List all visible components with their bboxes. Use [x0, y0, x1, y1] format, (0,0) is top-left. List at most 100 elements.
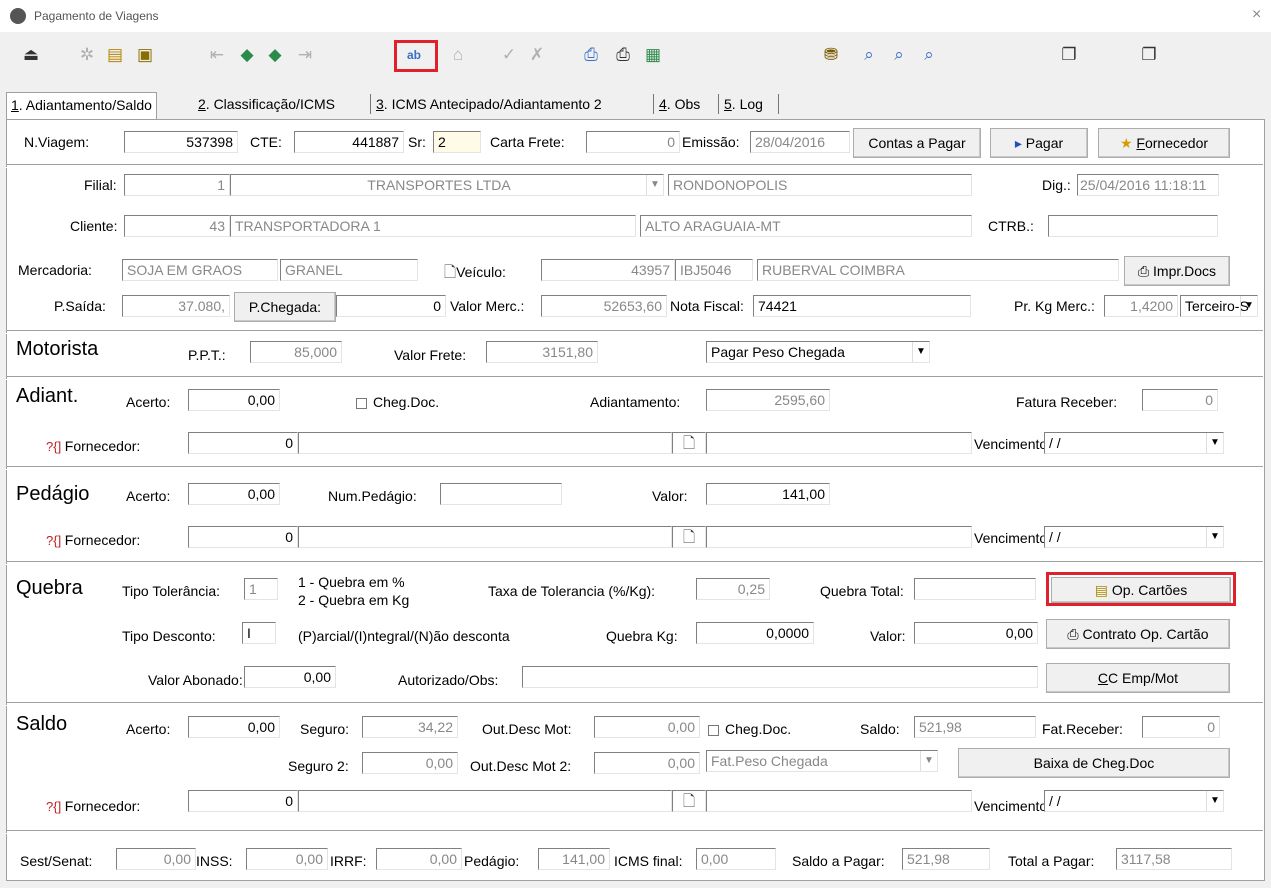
- total-pagar-field[interactable]: 3117,58: [1116, 848, 1232, 870]
- carta-field[interactable]: 0: [586, 131, 680, 153]
- veiculo-code-field[interactable]: 43957: [541, 259, 675, 281]
- confirm-icon[interactable]: ✓: [498, 44, 520, 66]
- saldo-fornecedor-name[interactable]: [298, 790, 672, 812]
- prkg-field[interactable]: 1,4200: [1104, 295, 1178, 317]
- saldo-fornecedor-extra[interactable]: [706, 790, 972, 812]
- filial-name-select[interactable]: TRANSPORTES LTDA ▼: [230, 174, 664, 196]
- help-icon[interactable]: ?{]: [46, 533, 65, 548]
- search-prev-icon[interactable]: ⌕: [918, 44, 940, 66]
- inss-field[interactable]: 0,00: [246, 848, 328, 870]
- filial-city-field[interactable]: RONDONOPOLIS: [668, 174, 972, 196]
- filial-code-field[interactable]: 1: [124, 174, 230, 196]
- fat-peso-select[interactable]: Fat.Peso Chegada ▼: [706, 750, 938, 772]
- saldo-vencimento-field[interactable]: / / ▼: [1044, 790, 1224, 812]
- nviagem-field[interactable]: 537398: [124, 131, 238, 153]
- filter-icon[interactable]: ⛃: [820, 44, 842, 66]
- outdesc2-field[interactable]: 0,00: [594, 752, 700, 774]
- cliente-name-field[interactable]: TRANSPORTADORA 1: [230, 215, 636, 237]
- autorizado-obs-field[interactable]: [522, 666, 1038, 688]
- pchegada-button[interactable]: P.Chegada:: [234, 292, 336, 322]
- num-pedagio-field[interactable]: [440, 483, 562, 505]
- prev-icon[interactable]: ◆: [236, 44, 258, 66]
- delete-icon[interactable]: ⌂: [447, 44, 469, 66]
- pedagio-vencimento-field[interactable]: / / ▼: [1044, 526, 1224, 548]
- taxa-tolerancia-field[interactable]: 0,25: [696, 578, 770, 600]
- contrato-op-cartao-button[interactable]: ⎙ Contrato Op. Cartão: [1046, 619, 1230, 649]
- pchegada-field[interactable]: 0: [336, 295, 446, 317]
- document-icon[interactable]: 🗋: [683, 529, 695, 546]
- saldo-fornecedor-code[interactable]: 0: [188, 790, 298, 812]
- pedagio-fornecedor-code[interactable]: 0: [188, 526, 298, 548]
- modo-pagamento-select[interactable]: Pagar Peso Chegada ▼: [706, 341, 930, 363]
- nota-field[interactable]: 74421: [753, 295, 971, 317]
- mercadoria-field[interactable]: SOJA EM GRAOS: [122, 259, 278, 281]
- adiant-fornecedor-lookup[interactable]: 🗋: [672, 432, 706, 454]
- cliente-code-field[interactable]: 43: [124, 215, 230, 237]
- saldo-cheg-doc-checkbox[interactable]: Cheg.Doc.: [708, 721, 791, 737]
- icms-final-field[interactable]: 0,00: [696, 848, 776, 870]
- mercadoria-tipo-field[interactable]: GRANEL: [280, 259, 418, 281]
- open-icon[interactable]: ▤: [104, 44, 126, 66]
- quebra-total-field[interactable]: [914, 578, 1036, 600]
- print-icon[interactable]: ⎙: [612, 44, 634, 66]
- tipo-tolerancia-field[interactable]: 1: [244, 578, 278, 600]
- document-icon[interactable]: 🗋: [683, 435, 695, 452]
- tab-classificacao-icms[interactable]: 2. Classificação/ICMS: [194, 92, 339, 116]
- checkbox-icon[interactable]: [356, 397, 367, 409]
- pedagio-fornecedor-name[interactable]: [298, 526, 672, 548]
- adiantamento-field[interactable]: 2595,60: [706, 389, 830, 411]
- pedagio-valor-field[interactable]: 141,00: [706, 483, 830, 505]
- dig-field[interactable]: 25/04/2016 11:18:11: [1077, 174, 1219, 196]
- fatura-field[interactable]: 0: [1142, 389, 1218, 411]
- outdesc-field[interactable]: 0,00: [594, 716, 700, 738]
- adiant-acerto-field[interactable]: 0,00: [188, 389, 280, 411]
- pagar-button[interactable]: ▸ Pagar: [990, 128, 1088, 158]
- irrf-field[interactable]: 0,00: [376, 848, 462, 870]
- quebra-kg-field[interactable]: 0,0000: [696, 622, 814, 644]
- sest-senat-field[interactable]: 0,00: [116, 848, 196, 870]
- cc-emp-mot-button[interactable]: CC Emp/Mot: [1046, 663, 1230, 693]
- chevron-down-icon[interactable]: ▼: [1206, 791, 1223, 811]
- emissao-field[interactable]: 28/04/2016: [750, 131, 850, 153]
- tab-icms-antecipado[interactable]: 3. ICMS Antecipado/Adiantamento 2: [372, 92, 606, 116]
- document-icon[interactable]: 🗋: [683, 793, 695, 810]
- fornecedor-button[interactable]: ★ Fornecedor: [1098, 128, 1230, 158]
- adiant-fornecedor-name[interactable]: [298, 432, 672, 454]
- adiant-vencimento-field[interactable]: / / ▼: [1044, 432, 1224, 454]
- tab-obs[interactable]: 4. Obs: [655, 92, 704, 116]
- cte-field[interactable]: 441887: [294, 131, 404, 153]
- preview-icon[interactable]: ⎙: [580, 44, 602, 66]
- calculator-icon[interactable]: ▦: [642, 44, 664, 66]
- ppt-field[interactable]: 85,000: [250, 341, 342, 363]
- help-icon[interactable]: ?{]: [46, 799, 65, 814]
- tab-adiantamento-saldo[interactable]: 1. Adiantamento/Saldo: [6, 92, 157, 120]
- pedagio-fornecedor-lookup[interactable]: 🗋: [672, 526, 706, 548]
- motorista-name-field[interactable]: RUBERVAL COIMBRA: [757, 259, 1119, 281]
- copy-icon[interactable]: ❐: [1058, 44, 1080, 66]
- adiant-fornecedor-extra[interactable]: [706, 432, 972, 454]
- seguro-field[interactable]: 34,22: [362, 716, 458, 738]
- quebra-valor-field[interactable]: 0,00: [914, 622, 1038, 644]
- impr-docs-button[interactable]: ⎙ Impr.Docs: [1124, 256, 1230, 286]
- pedagio-total-field[interactable]: 141,00: [538, 848, 610, 870]
- pedagio-acerto-field[interactable]: 0,00: [188, 483, 280, 505]
- psaida-field[interactable]: 37.080,: [122, 295, 230, 317]
- ctrb-field[interactable]: [1048, 215, 1218, 237]
- chevron-down-icon[interactable]: ▼: [1206, 433, 1223, 453]
- pedagio-fornecedor-extra[interactable]: [706, 526, 972, 548]
- ab-icon[interactable]: ab: [403, 44, 425, 66]
- adiant-cheg-doc-checkbox[interactable]: Cheg.Doc.: [356, 394, 439, 410]
- tipo-select[interactable]: Terceiro-S ▼: [1180, 295, 1258, 317]
- baixa-cheg-doc-button[interactable]: Baixa de Cheg.Doc: [958, 748, 1230, 778]
- placa-field[interactable]: IBJ5046: [675, 259, 753, 281]
- valor-abonado-field[interactable]: 0,00: [244, 666, 336, 688]
- tipo-desconto-field[interactable]: I: [242, 622, 276, 644]
- chevron-down-icon[interactable]: ▼: [1240, 296, 1257, 316]
- saldo-pagar-field[interactable]: 521,98: [902, 848, 990, 870]
- seguro2-field[interactable]: 0,00: [362, 752, 458, 774]
- adiant-fornecedor-code[interactable]: 0: [188, 432, 298, 454]
- valor-frete-field[interactable]: 3151,80: [486, 341, 598, 363]
- valor-merc-field[interactable]: 52653,60: [541, 295, 667, 317]
- last-icon[interactable]: ⇥: [294, 44, 316, 66]
- close-icon[interactable]: ×: [1252, 6, 1261, 24]
